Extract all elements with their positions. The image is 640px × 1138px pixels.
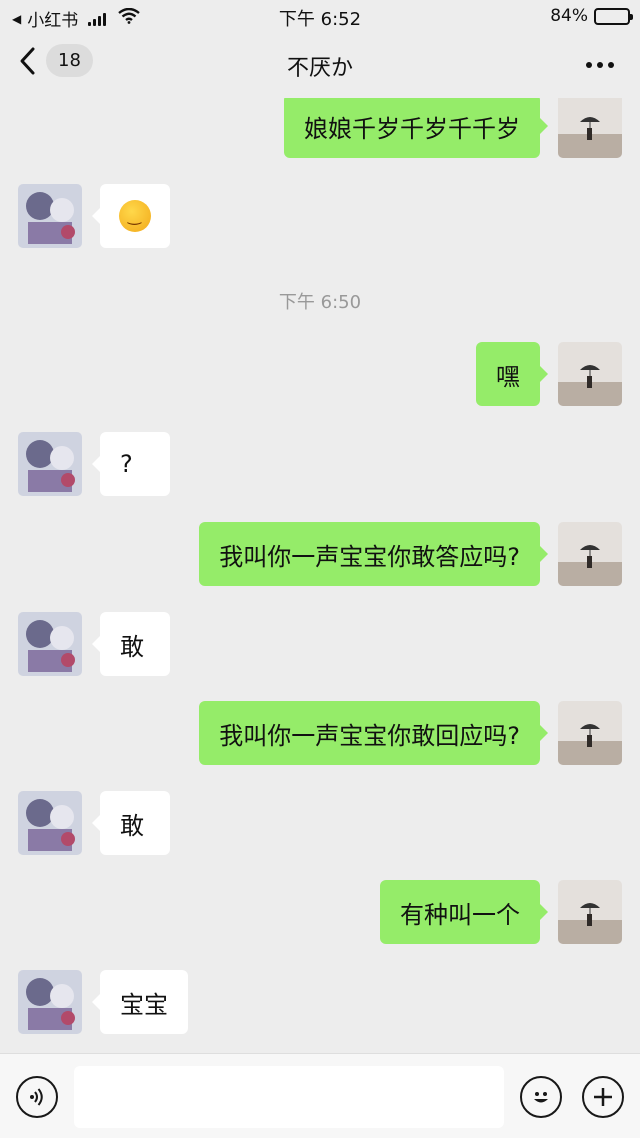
status-right: 84% (550, 6, 633, 26)
my-avatar[interactable] (558, 98, 622, 158)
contact-avatar-image (18, 970, 82, 1034)
message-text: 我叫你一声宝宝你敢回应吗? (219, 721, 520, 750)
my-avatar-image (558, 342, 622, 406)
more-dot (608, 62, 614, 68)
incoming-message-bubble[interactable]: 敢 (92, 612, 170, 676)
chat-message-list[interactable]: 娘娘千岁千岁千千岁 下午 6:50 嘿 (0, 98, 640, 1053)
my-avatar-image (558, 98, 622, 158)
message-text: 敢 (120, 811, 144, 840)
message-input[interactable] (74, 1066, 504, 1128)
message-text: ? (120, 450, 133, 478)
message-timestamp: 下午 6:50 (278, 292, 362, 313)
my-avatar-image (558, 880, 622, 944)
my-avatar-image (558, 522, 622, 586)
incoming-message-bubble[interactable]: ? (92, 432, 170, 496)
plus-icon (594, 1088, 612, 1106)
my-avatar-image (558, 701, 622, 765)
contact-avatar[interactable] (18, 791, 82, 855)
contact-avatar-image (18, 791, 82, 855)
battery-percent: 84% (550, 6, 588, 26)
outgoing-message-bubble[interactable]: 嘿 (476, 342, 548, 406)
more-options-button[interactable] (586, 62, 614, 68)
contact-avatar-image (18, 184, 82, 248)
more-dot (586, 62, 592, 68)
message-text: 有种叫一个 (400, 900, 520, 929)
message-text: 宝宝 (120, 990, 168, 1019)
contact-avatar[interactable] (18, 184, 82, 248)
status-time: 下午 6:52 (278, 9, 362, 30)
message-text: 敢 (120, 632, 144, 661)
battery-icon (594, 7, 633, 25)
more-functions-button[interactable] (582, 1076, 624, 1118)
voice-icon (30, 1088, 43, 1106)
contact-avatar[interactable] (18, 432, 82, 496)
incoming-message-bubble[interactable]: 宝宝 (92, 970, 188, 1034)
incoming-message-bubble[interactable]: 敢 (92, 791, 170, 855)
outgoing-message-bubble[interactable]: 娘娘千岁千岁千千岁 (284, 98, 548, 158)
emoji-button[interactable] (520, 1076, 562, 1118)
contact-avatar-image (18, 612, 82, 676)
chat-title: 不厌か (286, 56, 353, 81)
contact-avatar-image (18, 432, 82, 496)
message-text: 嘿 (496, 362, 520, 391)
my-avatar[interactable] (558, 880, 622, 944)
contact-avatar[interactable] (18, 612, 82, 676)
nav-bar: 18 不厌か (0, 32, 640, 98)
my-avatar[interactable] (558, 701, 622, 765)
voice-input-button[interactable] (16, 1076, 58, 1118)
my-avatar[interactable] (558, 342, 622, 406)
outgoing-message-bubble[interactable]: 我叫你一声宝宝你敢答应吗? (199, 522, 548, 586)
input-bar (0, 1053, 640, 1138)
contact-avatar[interactable] (18, 970, 82, 1034)
my-avatar[interactable] (558, 522, 622, 586)
message-text: 我叫你一声宝宝你敢答应吗? (219, 542, 520, 571)
message-text: 娘娘千岁千岁千千岁 (304, 114, 520, 143)
more-dot (597, 62, 603, 68)
incoming-message-bubble[interactable] (92, 184, 170, 248)
thinking-face-icon (119, 200, 151, 232)
status-bar: ◀ 小红书 下午 6:52 84% (0, 0, 640, 32)
outgoing-message-bubble[interactable]: 我叫你一声宝宝你敢回应吗? (199, 701, 548, 765)
outgoing-message-bubble[interactable]: 有种叫一个 (380, 880, 548, 944)
emoji-icon (534, 1092, 548, 1103)
